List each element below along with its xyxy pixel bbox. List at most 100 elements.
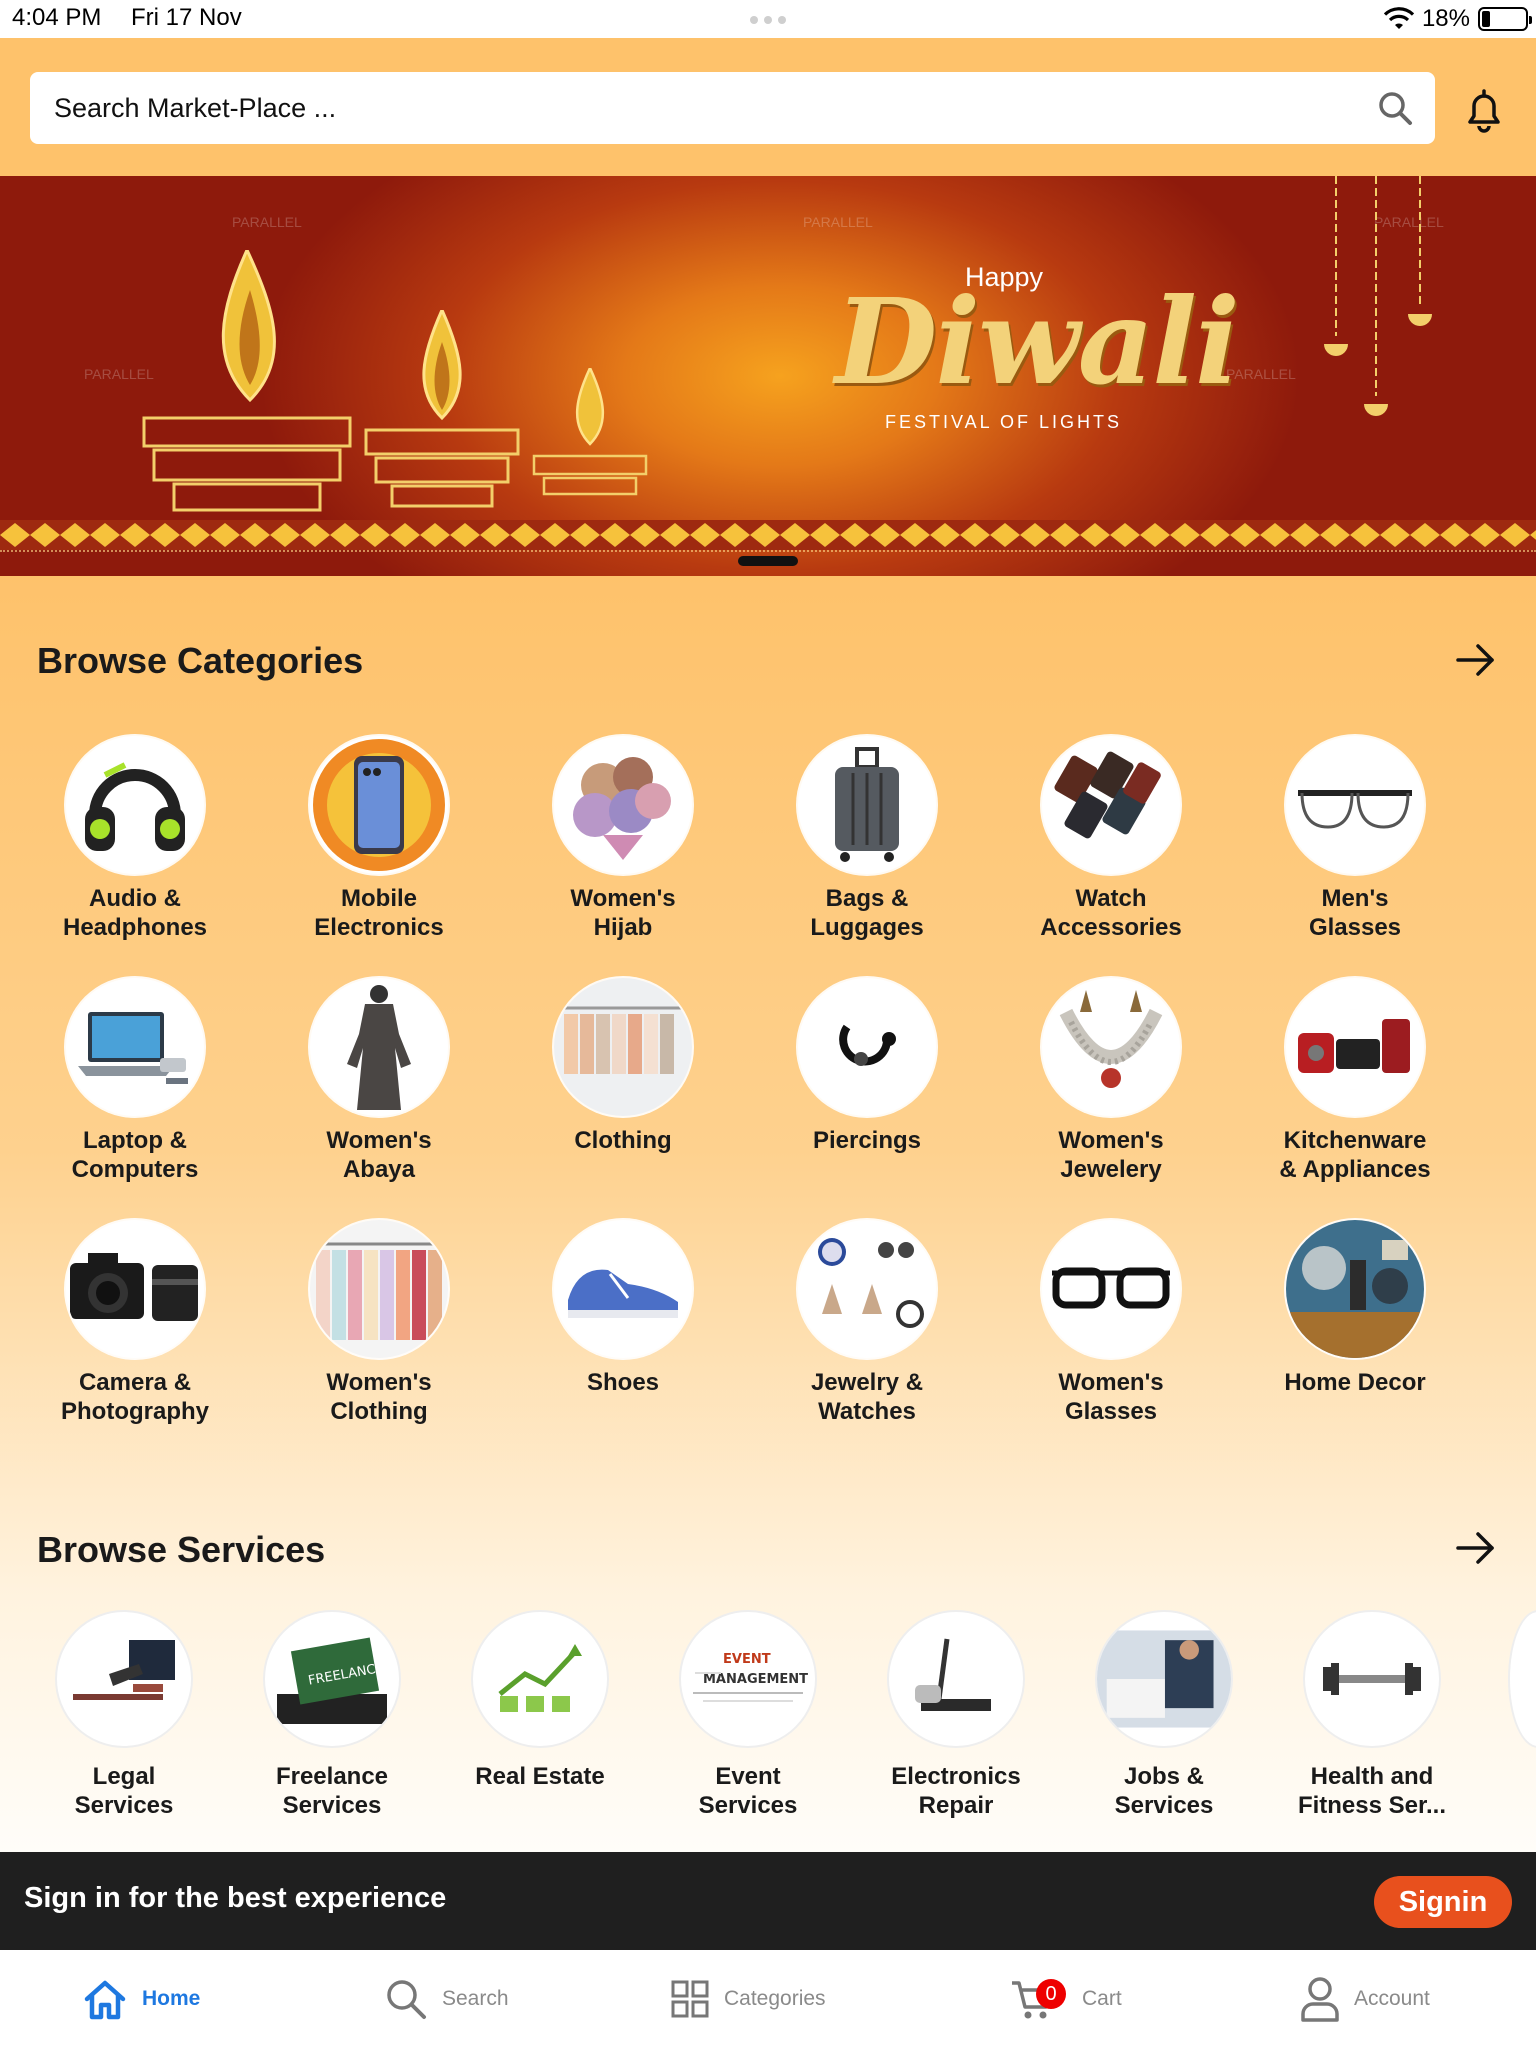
category-item[interactable]: Home Decor	[1233, 1220, 1477, 1397]
hijab-icon	[554, 736, 692, 874]
diya-lamp-icon	[532, 368, 648, 496]
category-item[interactable]: Bags & Luggages	[745, 736, 989, 942]
content-area: Browse Categories Audio & Headphones Mobi…	[0, 576, 1536, 1852]
category-label: Laptop & Computers	[71, 1127, 199, 1183]
tab-label: Cart	[1082, 1987, 1122, 2010]
service-item[interactable]: Electronics Repair	[856, 1610, 1056, 1820]
bottom-tab-bar: Home Search Categories Cart Account	[0, 1950, 1536, 2048]
category-item[interactable]: Women's Glasses	[989, 1220, 1233, 1426]
header	[0, 38, 1536, 176]
search-icon[interactable]	[1377, 90, 1413, 126]
category-label: Women's Clothing	[326, 1369, 432, 1425]
browse-services-title: Browse Services	[37, 1529, 326, 1570]
signin-banner: Sign in for the best experience Signin	[0, 1852, 1536, 1950]
category-label: Piercings	[812, 1127, 922, 1154]
headphones-icon	[66, 736, 204, 874]
hanging-lamps-icon	[1324, 176, 1432, 416]
banner-border-pattern	[0, 520, 1536, 550]
service-item[interactable]: FREELANCE Freelance Services	[232, 1610, 432, 1820]
service-item[interactable]: Jobs & Services	[1064, 1610, 1264, 1820]
category-label: Women's Hijab	[570, 885, 676, 941]
category-item[interactable]: Mobile Electronics	[257, 736, 501, 942]
smartphone-icon	[310, 736, 448, 874]
wifi-icon	[1383, 7, 1414, 29]
category-item[interactable]: Men's Glasses	[1233, 736, 1477, 942]
category-item[interactable]: Women's Hijab	[501, 736, 745, 942]
tab-home[interactable]: Home	[82, 1974, 200, 2024]
clothes-rack-icon	[554, 978, 692, 1116]
category-label: Jewelry & Watches	[810, 1369, 924, 1425]
category-label: Women's Abaya	[326, 1127, 432, 1183]
banner-watermark: PARALLEL	[803, 214, 873, 230]
browse-categories-title: Browse Categories	[37, 640, 364, 681]
category-item[interactable]: Women's Clothing	[257, 1220, 501, 1426]
category-item[interactable]: Jewelry & Watches	[745, 1220, 989, 1426]
grid-icon	[671, 1980, 709, 2018]
category-label: Watch Accessories	[1040, 885, 1182, 941]
tab-categories[interactable]: Categories	[670, 1974, 826, 2024]
clothing-rack-icon	[310, 1220, 448, 1358]
dumbbell-icon	[1303, 1610, 1441, 1748]
banner-watermark: PARALLEL	[232, 214, 302, 230]
necklace-icon	[1042, 978, 1180, 1116]
banner-title: Diwali	[835, 272, 1240, 411]
watch-strap-icon	[1042, 736, 1180, 874]
category-item[interactable]: Audio & Headphones	[13, 736, 257, 942]
sneaker-icon	[554, 1220, 692, 1358]
kitchen-appliance-icon	[1286, 978, 1424, 1116]
category-label: Camera & Photography	[61, 1369, 209, 1425]
category-item[interactable]: Laptop & Computers	[13, 978, 257, 1184]
category-item[interactable]: Camera & Photography	[13, 1220, 257, 1426]
battery-percentage: 18%	[1421, 5, 1470, 32]
carousel-indicator[interactable]	[738, 556, 798, 566]
laptop-icon	[66, 978, 204, 1116]
arrow-right-icon[interactable]	[1454, 638, 1498, 682]
category-item[interactable]: Women's Abaya	[257, 978, 501, 1184]
abaya-icon	[310, 978, 448, 1116]
category-item[interactable]: Piercings	[745, 978, 989, 1155]
service-item[interactable]: Health and Fitness Ser...	[1272, 1610, 1472, 1820]
arrow-right-icon[interactable]	[1454, 1526, 1498, 1570]
service-label: Electronics Repair	[891, 1763, 1021, 1819]
service-item[interactable]: EVENT MANAGEMENT Event Services	[648, 1610, 848, 1820]
search-icon	[387, 1980, 426, 2019]
service-label: Freelance Services	[275, 1763, 389, 1819]
search-bar[interactable]	[30, 72, 1435, 144]
tab-search[interactable]: Search	[384, 1974, 509, 2024]
electronics-repair-icon	[887, 1610, 1025, 1748]
multitasking-dots-icon[interactable]	[744, 16, 792, 26]
black-glasses-icon	[1042, 1220, 1180, 1358]
signin-button[interactable]: Signin	[1374, 1876, 1512, 1928]
battery-icon	[1478, 7, 1532, 31]
tab-cart[interactable]: Cart	[1010, 1974, 1122, 2024]
tab-account[interactable]: Account	[1300, 1974, 1430, 2024]
camera-icon	[66, 1220, 204, 1358]
category-label: Home Decor	[1284, 1369, 1426, 1396]
category-item[interactable]: Women's Jewelery	[989, 978, 1233, 1184]
search-input[interactable]	[54, 72, 1334, 144]
service-item[interactable]: Real Estate	[440, 1610, 640, 1791]
status-time: 4:04 PM	[12, 4, 102, 31]
bell-icon[interactable]	[1462, 86, 1506, 134]
tab-label: Home	[142, 1987, 201, 2010]
cart-badge: 0	[1036, 1979, 1066, 2009]
diya-lamp-icon	[364, 310, 520, 508]
status-bar: 4:04 PM Fri 17 Nov 18%	[0, 0, 1536, 38]
diya-lamp-icon	[142, 250, 352, 512]
tab-label: Categories	[724, 1987, 826, 2010]
category-item[interactable]: Shoes	[501, 1220, 745, 1397]
service-item[interactable]: Legal Services	[24, 1610, 224, 1820]
service-label: Health and Fitness Ser...	[1297, 1763, 1447, 1819]
user-icon	[1301, 1977, 1339, 2022]
service-label: Real Estate	[475, 1763, 605, 1790]
jewelry-watch-icon	[798, 1220, 936, 1358]
promo-banner[interactable]: PARALLEL PARALLEL PARALLEL PARALLEL PARA…	[0, 176, 1536, 576]
legal-icon	[55, 1610, 193, 1748]
category-item[interactable]: Watch Accessories	[989, 736, 1233, 942]
svg-text:EVENT: EVENT	[723, 1652, 771, 1667]
category-item[interactable]: Clothing	[501, 978, 745, 1155]
category-label: Shoes	[586, 1369, 660, 1396]
category-item[interactable]: Kitchenware & Appliances	[1233, 978, 1477, 1184]
category-label: Mobile Electronics	[314, 885, 444, 941]
home-icon	[84, 1980, 126, 2020]
